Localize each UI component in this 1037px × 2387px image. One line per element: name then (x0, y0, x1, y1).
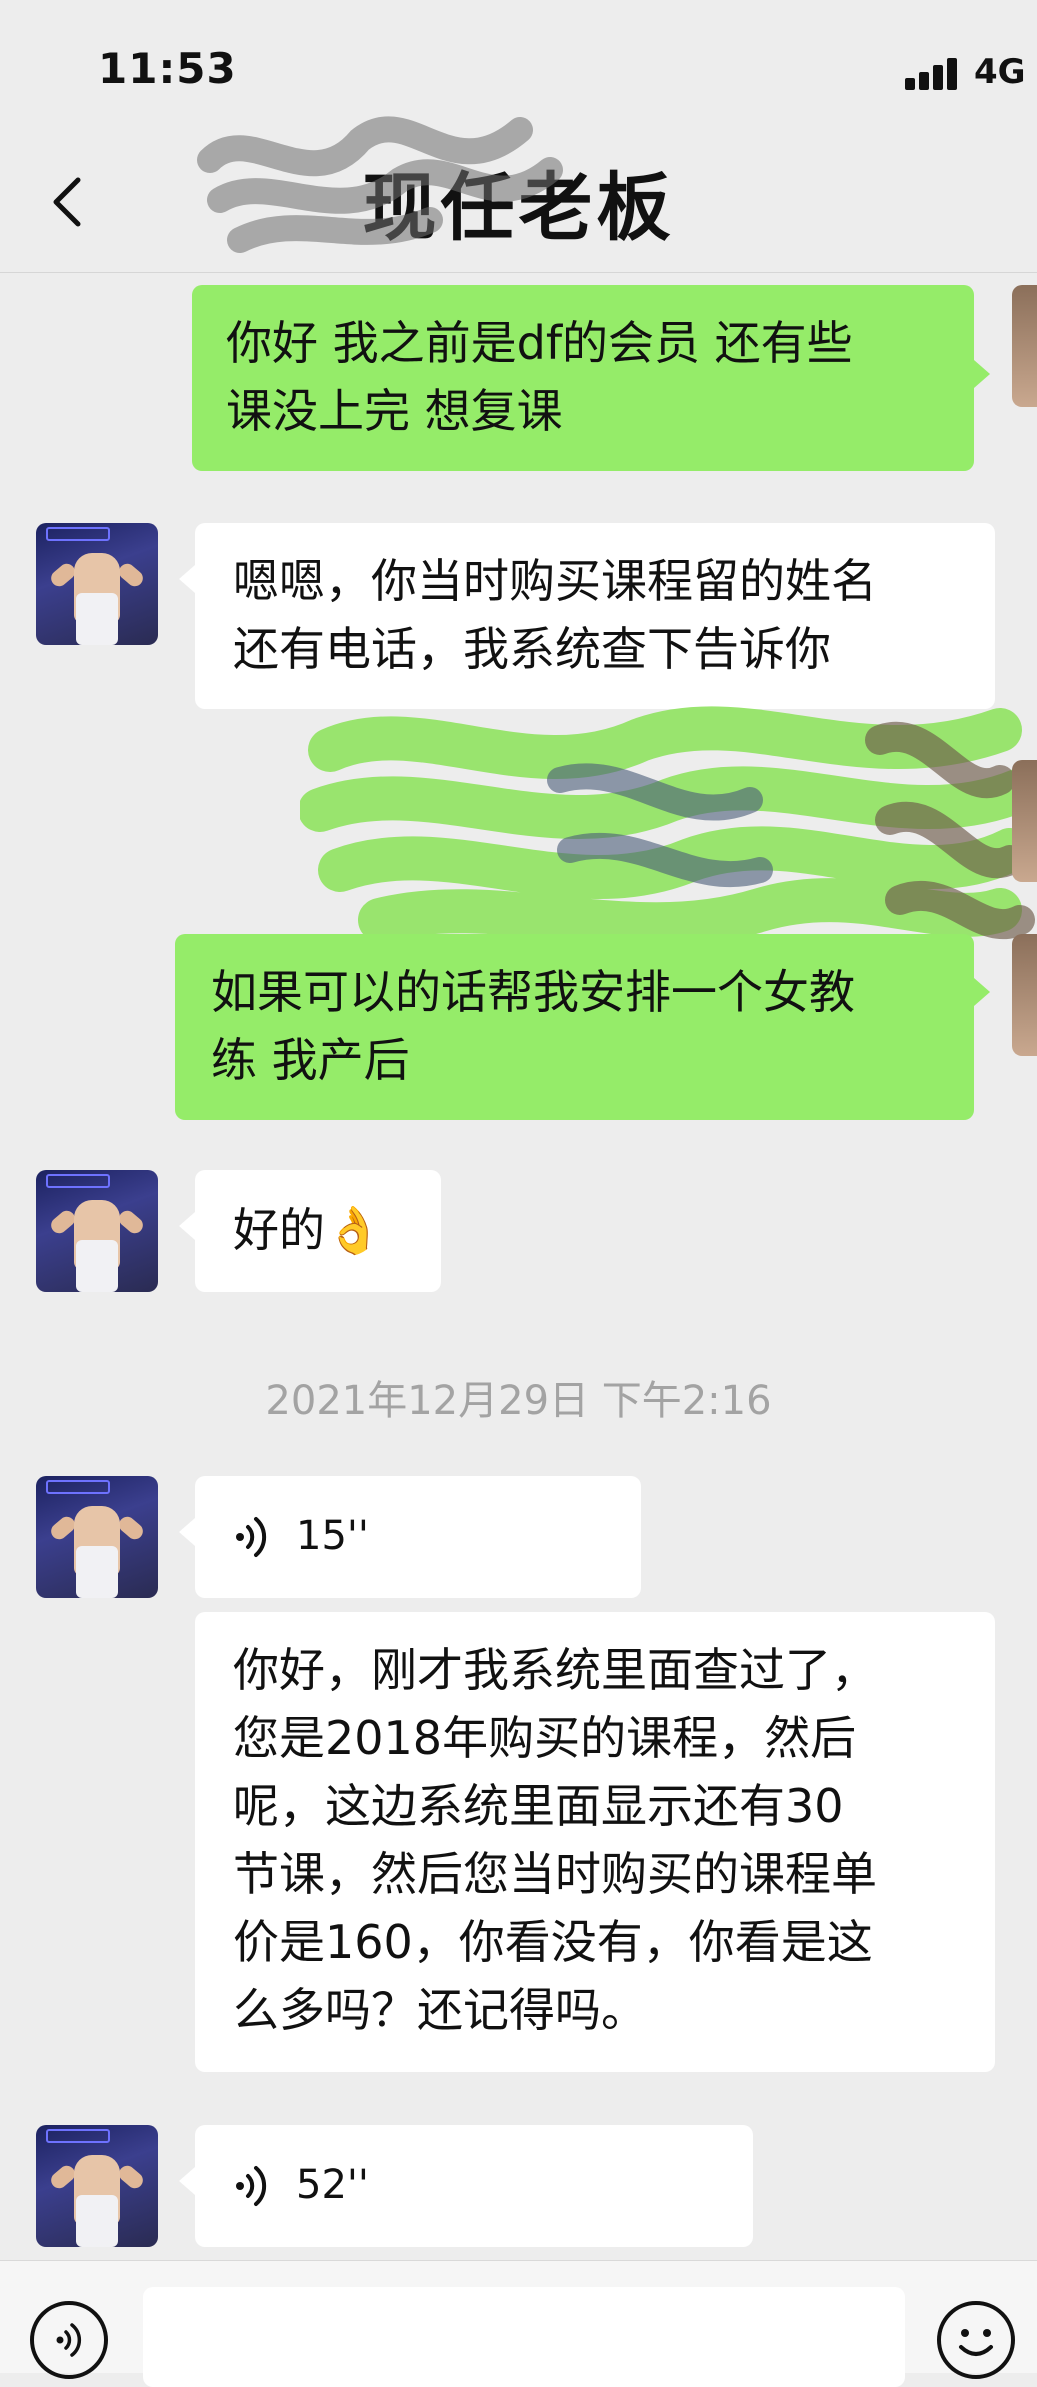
emoji-icon[interactable] (937, 2301, 1015, 2379)
voice-message-bubble[interactable] (195, 2125, 753, 2247)
message-bubble-incoming[interactable]: 嗯嗯，你当时购买课程留的姓名 还有电话，我系统查下告诉你 (195, 523, 995, 709)
contact-avatar[interactable] (36, 2125, 158, 2247)
message-input[interactable] (143, 2287, 905, 2387)
bubble-tail (179, 1212, 195, 1240)
message-bubble-outgoing[interactable]: 你好 我之前是df的会员 还有些 课没上完 想复课 (192, 285, 974, 471)
bubble-tail (179, 1518, 195, 1546)
input-bar (0, 2260, 1037, 2387)
status-bar: 11:53 4G (0, 0, 1037, 130)
self-avatar[interactable] (1012, 760, 1037, 882)
bubble-tail (179, 565, 195, 593)
contact-avatar[interactable] (36, 523, 158, 645)
voice-wave-icon (236, 1517, 267, 1557)
chat-header: 现任老板 (0, 130, 1037, 273)
voice-wave-icon (236, 2166, 267, 2206)
signal-icon (905, 58, 961, 90)
chat-title: 现任老板 (362, 165, 675, 251)
bubble-tail (179, 2167, 195, 2195)
voice-duration: 52'' (296, 2162, 369, 2208)
contact-avatar[interactable] (36, 1476, 158, 1598)
status-time: 11:53 (98, 44, 237, 93)
voice-duration: 15'' (296, 1513, 369, 1559)
chat-timestamp: 2021年12月29日 下午2:16 (265, 1378, 772, 1424)
self-avatar[interactable] (1012, 934, 1037, 1056)
self-avatar[interactable] (1012, 285, 1037, 407)
voice-input-icon[interactable] (30, 2301, 108, 2379)
message-bubble-outgoing[interactable]: 如果可以的话帮我安排一个女教 练 我产后 (175, 934, 974, 1120)
bubble-tail (974, 360, 990, 388)
message-bubble-incoming[interactable]: 你好，刚才我系统里面查过了， 您是2018年购买的课程，然后 呢，这边系统里面显… (195, 1612, 995, 2072)
network-type: 4G (974, 52, 1026, 92)
bubble-tail (974, 978, 990, 1006)
message-bubble-incoming[interactable]: 好的👌 (195, 1170, 441, 1292)
contact-avatar[interactable] (36, 1170, 158, 1292)
